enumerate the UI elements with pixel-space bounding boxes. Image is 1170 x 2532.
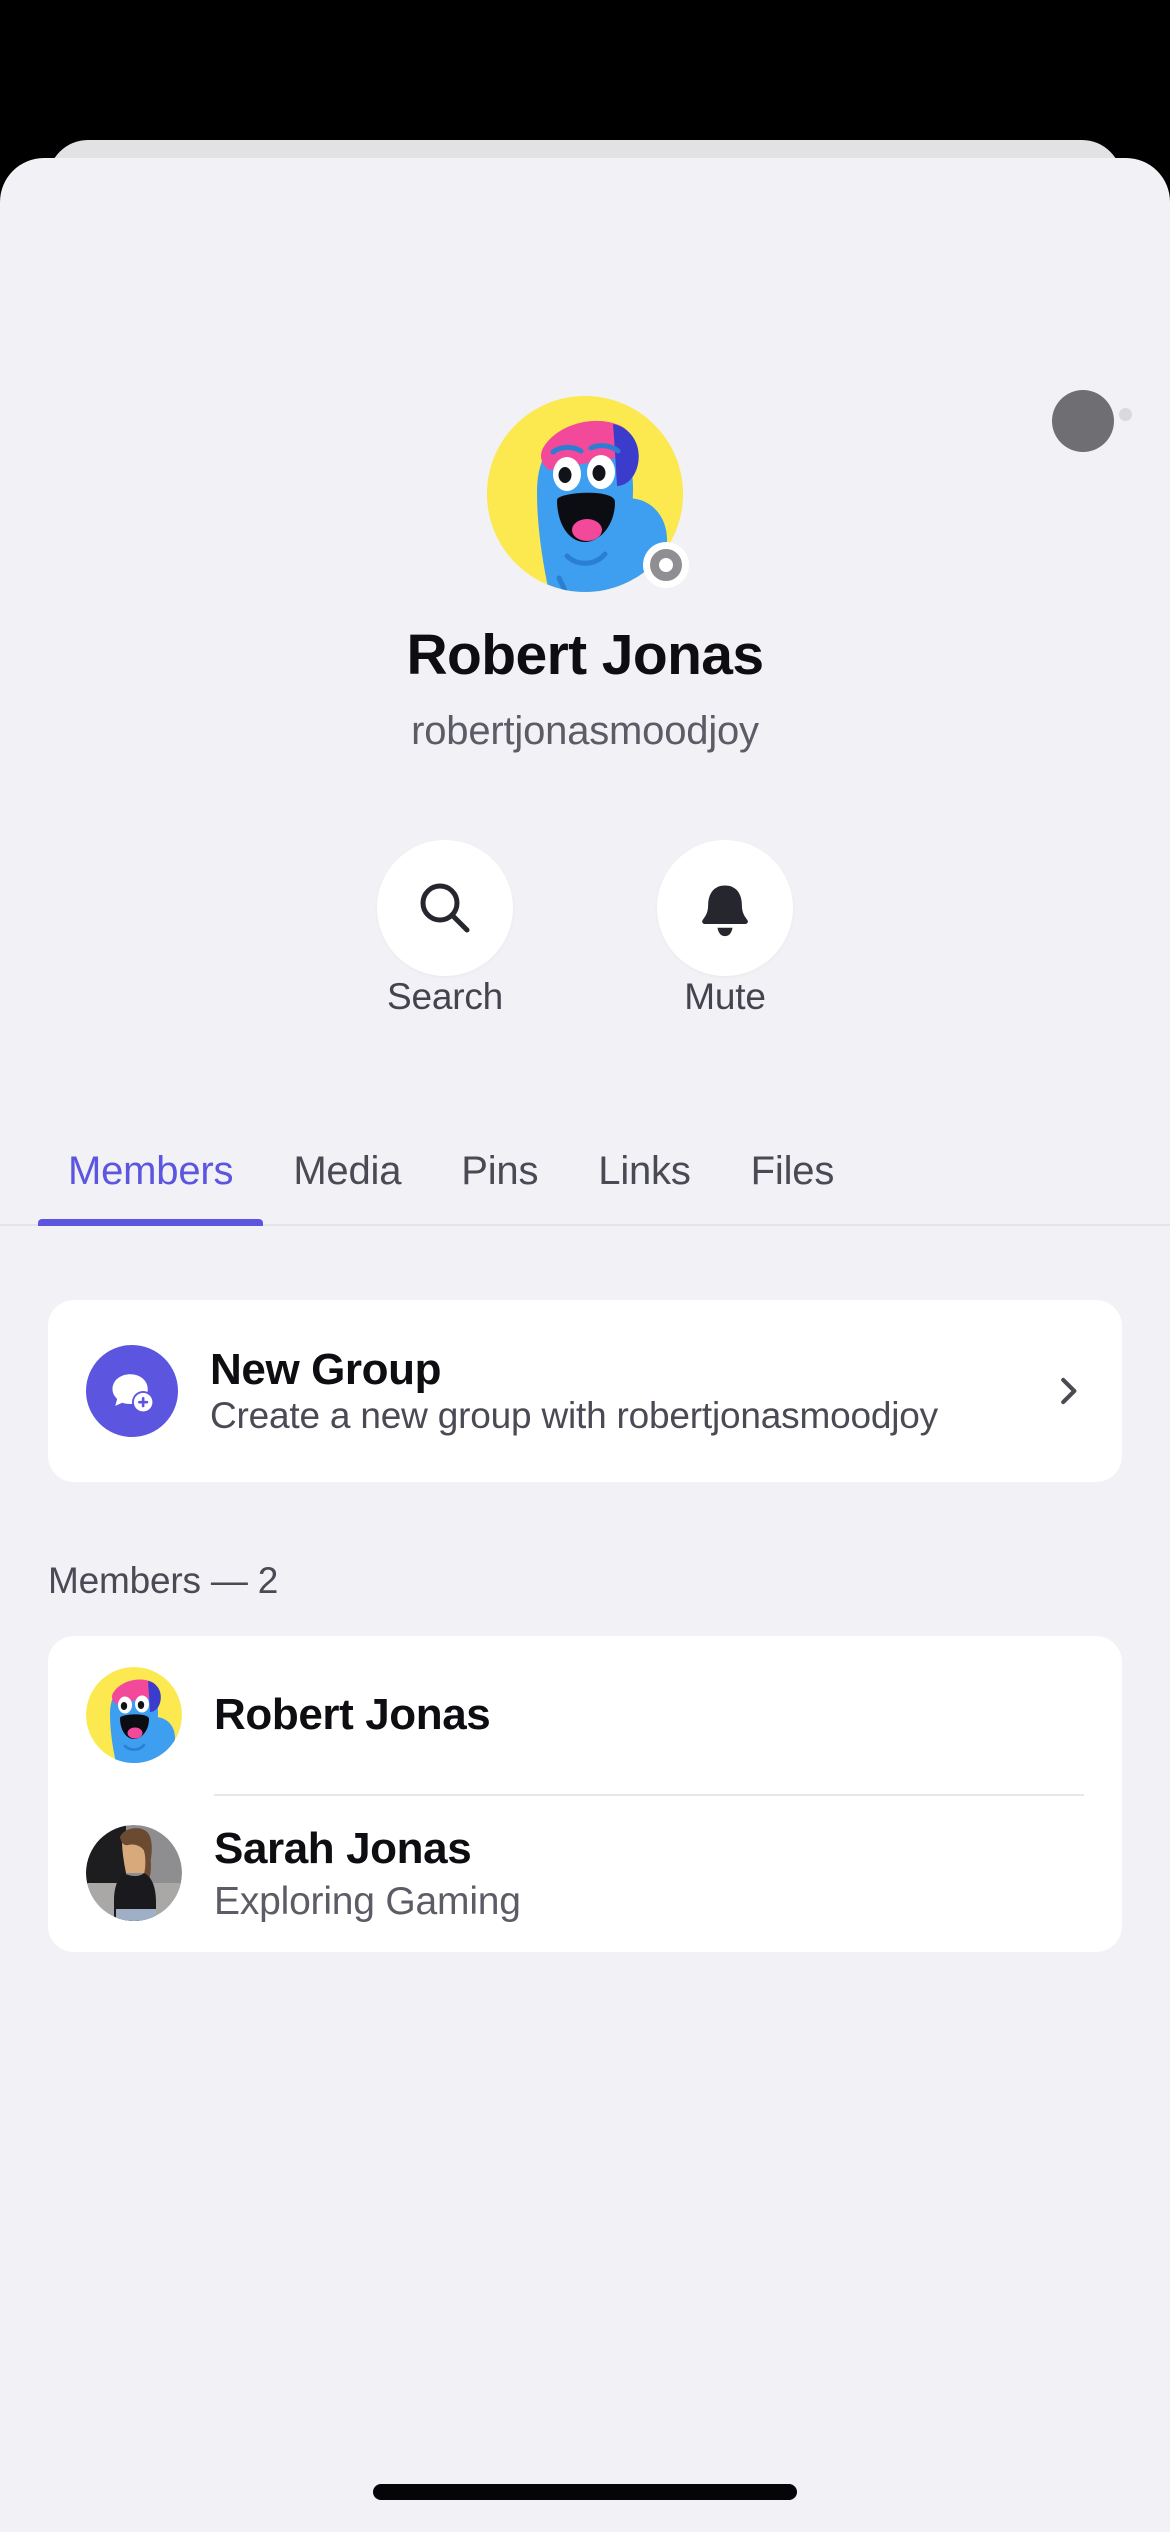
chevron-right-icon	[1048, 1372, 1088, 1410]
member-row[interactable]: Robert Jonas	[48, 1636, 1122, 1794]
page-title: Robert Jonas	[406, 623, 764, 687]
photo-avatar	[86, 1825, 182, 1921]
profile-sheet: Robert Jonas robertjonasmoodjoy Search M…	[0, 158, 1170, 2532]
phone-screen: Robert Jonas robertjonasmoodjoy Search M…	[0, 0, 1170, 2532]
members-list: Robert Jonas Sarah Jonas Exploring Gamin…	[48, 1636, 1122, 1952]
tab-members[interactable]: Members	[38, 1098, 264, 1226]
profile-avatar[interactable]	[487, 396, 689, 592]
bell-icon	[657, 840, 793, 976]
member-row[interactable]: Sarah Jonas Exploring Gaming	[48, 1794, 1122, 1952]
offline-status-icon	[643, 542, 689, 588]
tab-media[interactable]: Media	[263, 1098, 431, 1226]
members-section-label: Members — 2	[48, 1560, 279, 1601]
mute-button-label: Mute	[684, 976, 766, 1017]
tab-links[interactable]: Links	[568, 1098, 720, 1226]
mute-button[interactable]: Mute	[655, 840, 795, 1018]
tab-bar: Members Media Pins Links Files	[0, 1098, 1170, 1226]
new-group-subtitle: Create a new group with robertjonasmoodj…	[210, 1395, 938, 1437]
profile-actions: Search Mute	[0, 840, 1170, 1018]
new-group-row[interactable]: New Group Create a new group with robert…	[48, 1300, 1122, 1482]
search-button-label: Search	[386, 976, 504, 1017]
moodjoy-blue-character-avatar	[86, 1667, 182, 1763]
profile-handle: robertjonasmoodjoy	[411, 708, 759, 753]
home-indicator[interactable]	[373, 2484, 797, 2500]
search-icon	[377, 840, 513, 976]
member-name: Sarah Jonas	[214, 1823, 472, 1873]
profile-header: Robert Jonas robertjonasmoodjoy	[0, 396, 1170, 754]
member-name: Robert Jonas	[214, 1689, 491, 1739]
search-button[interactable]: Search	[375, 840, 515, 1018]
add-person-chat-icon	[86, 1345, 178, 1437]
tab-files[interactable]: Files	[721, 1098, 864, 1226]
member-subtitle: Exploring Gaming	[214, 1880, 521, 1924]
new-group-title: New Group	[210, 1344, 442, 1394]
tab-pins[interactable]: Pins	[431, 1098, 568, 1226]
